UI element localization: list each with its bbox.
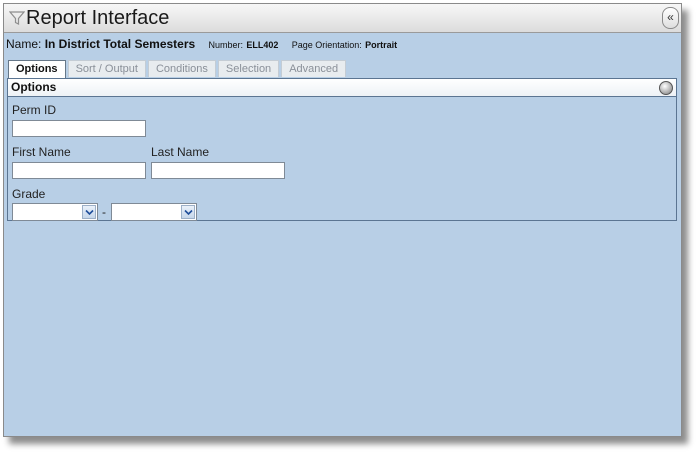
report-name-value: In District Total Semesters — [44, 37, 196, 51]
report-name-label: Name: — [6, 37, 42, 51]
page-orientation-label: Page Orientation: — [291, 40, 362, 50]
first-name-label: First Name — [12, 145, 71, 159]
grade-range-separator: - — [102, 205, 106, 219]
last-name-label: Last Name — [151, 145, 210, 159]
last-name-input[interactable] — [151, 162, 285, 179]
tab-selection[interactable]: Selection — [217, 60, 280, 77]
tab-sort-output[interactable]: Sort / Output — [67, 60, 146, 77]
page-orientation-value: Portrait — [365, 40, 398, 50]
perm-id-label: Perm ID — [12, 103, 57, 117]
options-panel-header: Options — [8, 79, 676, 97]
collapse-panel-button[interactable]: « — [662, 7, 679, 29]
panel-toggle-icon[interactable] — [659, 81, 673, 95]
options-panel-title: Options — [11, 80, 57, 94]
report-number-value: ELL402 — [246, 40, 279, 50]
grade-label: Grade — [12, 187, 46, 201]
report-tabs: Options Sort / Output Conditions Selecti… — [8, 60, 347, 78]
report-info-bar: Name: In District Total Semesters Number… — [6, 37, 681, 57]
report-interface-window: Report Interface « Name: In District Tot… — [3, 3, 682, 437]
tab-advanced[interactable]: Advanced — [281, 60, 347, 77]
chevron-down-icon[interactable] — [181, 205, 195, 219]
filter-icon — [8, 10, 26, 26]
perm-id-input[interactable] — [12, 120, 146, 137]
title-bar: Report Interface « — [4, 4, 681, 33]
options-panel: Options Perm ID First Name Last Name Gra… — [7, 78, 677, 221]
grade-to-select[interactable] — [111, 203, 197, 221]
chevron-down-icon[interactable] — [82, 205, 96, 219]
first-name-input[interactable] — [12, 162, 146, 179]
window-title: Report Interface — [26, 7, 170, 29]
grade-from-select[interactable] — [12, 203, 98, 221]
tab-conditions[interactable]: Conditions — [147, 60, 216, 77]
report-number-label: Number: — [208, 40, 244, 50]
tab-options[interactable]: Options — [8, 60, 66, 78]
